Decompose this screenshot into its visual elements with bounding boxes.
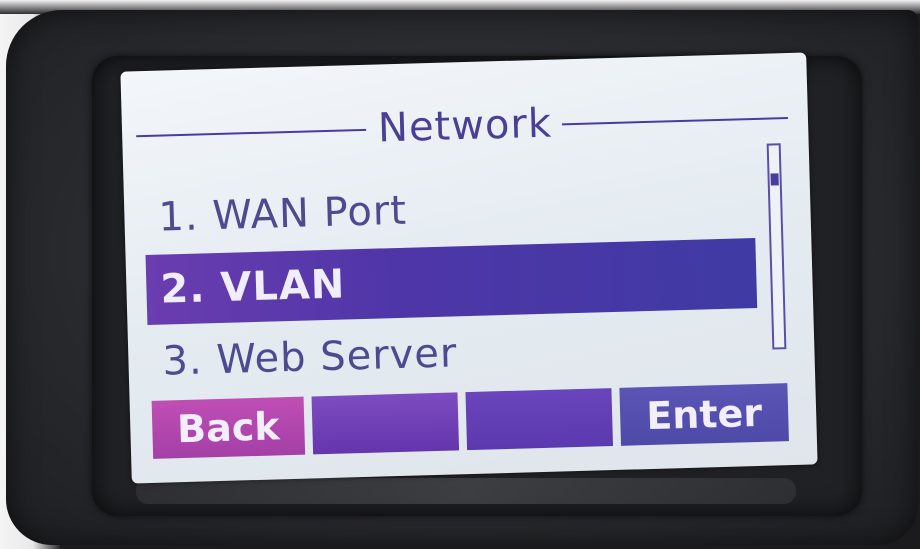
menu-item-web-server[interactable]: 3. Web Server xyxy=(148,310,760,397)
bezel-reflection xyxy=(136,478,796,504)
header-divider-left xyxy=(136,128,367,138)
enter-softkey[interactable]: Enter xyxy=(619,383,789,446)
menu-scrollbar[interactable] xyxy=(766,143,787,350)
back-softkey[interactable]: Back xyxy=(151,396,306,459)
scrollbar-thumb[interactable] xyxy=(770,173,779,186)
softkey-3[interactable] xyxy=(465,388,614,451)
screen-header: Network xyxy=(135,91,788,161)
header-divider-right xyxy=(561,117,788,126)
network-menu: 1. WAN Port 2. VLAN 3. Web Server xyxy=(144,166,758,385)
softkey-2[interactable] xyxy=(311,392,460,455)
page-title: Network xyxy=(377,100,553,152)
softkey-bar: Back Enter xyxy=(151,383,789,459)
lcd-screen: Network 1. WAN Port 2. VLAN 3. Web Serve… xyxy=(120,52,818,484)
